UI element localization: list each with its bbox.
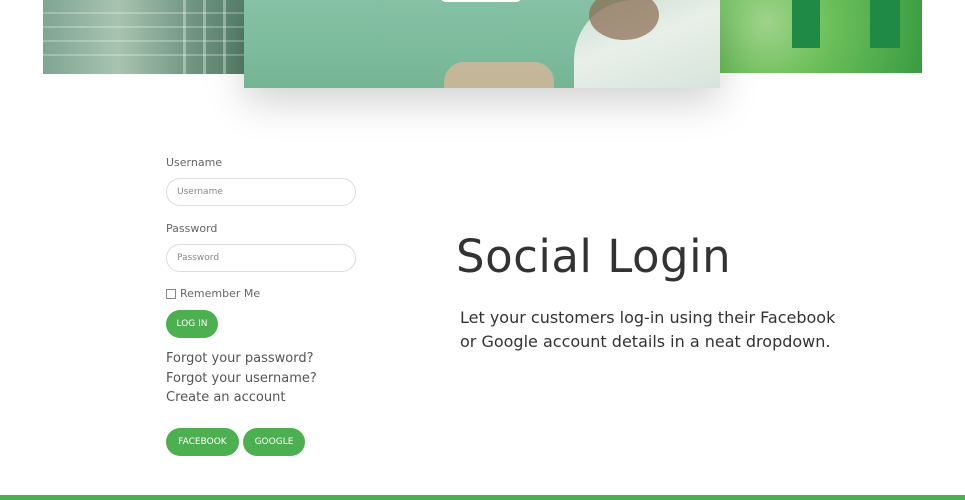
login-button[interactable]: LOG IN — [166, 310, 218, 338]
left-photo — [43, 0, 258, 74]
forgot-password-link[interactable]: Forgot your password? — [166, 351, 314, 366]
right-photo — [700, 0, 922, 73]
facebook-button[interactable]: FACEBOOK — [166, 428, 239, 456]
photo-button-outline — [440, 0, 522, 2]
remember-checkbox[interactable] — [166, 288, 176, 299]
feature-title: Social Login — [456, 230, 732, 283]
feature-description: Let your customers log-in using their Fa… — [460, 308, 836, 351]
create-account-link[interactable]: Create an account — [166, 390, 285, 405]
bottom-accent-bar — [0, 495, 965, 500]
username-label: Username — [166, 156, 223, 169]
password-label: Password — [166, 222, 218, 235]
center-photo — [244, 0, 720, 88]
remember-me[interactable]: Remember Me — [166, 287, 260, 300]
remember-label: Remember Me — [180, 287, 261, 300]
password-input[interactable] — [166, 244, 356, 272]
forgot-username-link[interactable]: Forgot your username? — [166, 371, 317, 386]
username-input[interactable] — [166, 178, 356, 206]
google-button[interactable]: GOOGLE — [243, 428, 305, 456]
